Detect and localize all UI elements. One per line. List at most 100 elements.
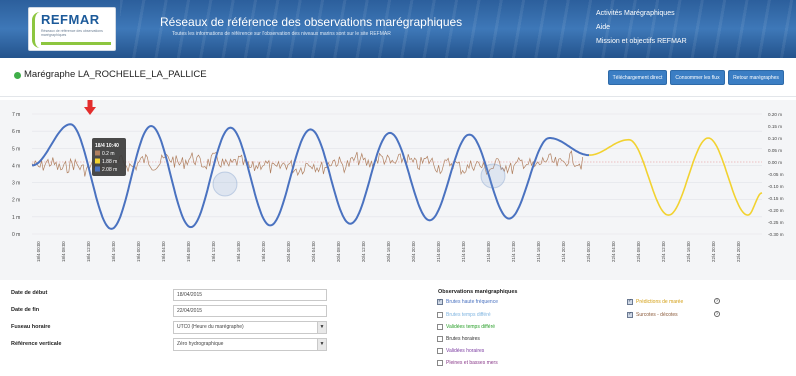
y-tick-label: 4 m xyxy=(12,163,20,169)
tide-chart[interactable]: 7 m 6 m 5 m 4 m 3 m 2 m 1 m 0 m 0.20 m 0.15 m 0.10… xyxy=(0,100,796,280)
x-tick-label: 18/4 16:00 xyxy=(111,241,116,262)
end-date-field[interactable]: 22/04/2015 xyxy=(173,305,327,317)
x-tick-label: 21/4 16:00 xyxy=(536,241,541,262)
nav-aide[interactable]: Aide xyxy=(596,24,687,31)
y-tick-label: 5 m xyxy=(12,146,20,152)
y-right-tick-label: 0.10 m xyxy=(768,136,782,141)
y-tick-label: 6 m xyxy=(12,129,20,135)
x-tick-label: 22/4 04:00 xyxy=(611,241,616,262)
x-tick-label: 19/4 16:00 xyxy=(236,241,241,262)
tooltip-title: 18/4 10:40 xyxy=(95,143,119,149)
x-tick-label: 20/4 04:00 xyxy=(311,241,316,262)
x-tick-label: 20/4 00:00 xyxy=(286,241,291,262)
x-tick-label: 19/4 04:00 xyxy=(161,241,166,262)
observation-checkbox[interactable] xyxy=(627,311,633,318)
logo-bar xyxy=(41,42,111,45)
x-tick-label: 19/4 20:00 xyxy=(261,241,266,262)
divider xyxy=(0,96,796,97)
start-date-field[interactable]: 18/04/2015 xyxy=(173,289,327,301)
x-tick-label: 20/4 16:00 xyxy=(386,241,391,262)
x-tick-label: 22/4 08:00 xyxy=(636,241,641,262)
y-right-tick-label: 0.20 m xyxy=(768,112,782,117)
y-tick-label: 7 m xyxy=(12,112,20,118)
tooltip-swatch xyxy=(95,158,100,164)
tooltip-swatch xyxy=(95,150,100,156)
tide-chart-svg[interactable]: 7 m 6 m 5 m 4 m 3 m 2 m 1 m 0 m 0.20 m 0.15 m 0.10… xyxy=(0,100,796,280)
down-arrow-icon xyxy=(87,100,93,107)
x-tick-label: 19/4 12:00 xyxy=(211,241,216,262)
observation-checkbox[interactable] xyxy=(437,348,443,354)
observation-checkbox[interactable] xyxy=(437,324,443,330)
timezone-label: Fuseau horaire xyxy=(11,324,51,330)
end-date-label: Date de fin xyxy=(11,307,40,313)
site-header: REFMAR Réseaux de référence des observat… xyxy=(0,0,796,58)
x-tick-label: 22/4 20:00 xyxy=(711,241,716,262)
observation-checkbox[interactable] xyxy=(437,312,443,318)
timezone-select[interactable]: UTC0 (Heure du marégraphe) ▼ xyxy=(173,321,327,334)
x-tick-label: 18/4 00:00 xyxy=(36,241,41,262)
site-title: Réseaux de référence des observations ma… xyxy=(160,15,463,29)
tooltip-value: 2.08 m xyxy=(102,167,117,173)
x-tick-label: 22/4 20:00 xyxy=(736,241,741,262)
y-tick-label: 0 m xyxy=(12,232,20,238)
station-title: Marégraphe LA_ROCHELLE_LA_PALLICE xyxy=(24,69,207,80)
x-tick-label: 21/4 04:00 xyxy=(461,241,466,262)
y-right-tick-label: 0.00 m xyxy=(768,160,782,165)
observation-label: Validées horaires xyxy=(446,348,485,354)
x-tick-label: 20/4 08:00 xyxy=(336,241,341,262)
reference-value: Zéro hydrographique xyxy=(177,341,224,347)
observation-label: Surcotes - décotes xyxy=(636,312,678,318)
x-tick-label: 20/4 20:00 xyxy=(411,241,416,262)
y-right-tick-label: -0.25 m xyxy=(768,220,784,225)
y-tick-label: 3 m xyxy=(12,181,20,187)
x-tick-label: 21/4 08:00 xyxy=(486,241,491,262)
x-tick-label: 18/4 08:00 xyxy=(61,241,66,262)
observation-checkbox[interactable] xyxy=(627,298,633,305)
y-right-tick-label: 0.05 m xyxy=(768,148,782,153)
tooltip-value: 1.88 m xyxy=(102,159,117,165)
help-icon[interactable]: ? xyxy=(714,311,720,317)
reference-select[interactable]: Zéro hydrographique ▼ xyxy=(173,338,327,351)
x-tick-label: 22/4 16:00 xyxy=(686,241,691,262)
y-right-tick-label: -0.15 m xyxy=(768,196,784,201)
chevron-down-icon: ▼ xyxy=(317,322,326,333)
observation-label: Prédictions de marée xyxy=(636,299,684,305)
observation-checkbox[interactable] xyxy=(437,336,443,342)
x-tick-label: 19/4 00:00 xyxy=(136,241,141,262)
refmar-logo[interactable]: REFMAR Réseaux de référence des observat… xyxy=(28,7,116,51)
station-status-dot xyxy=(14,72,21,79)
observation-checkbox[interactable] xyxy=(437,298,443,305)
consume-flux-button[interactable]: Consommer les flux xyxy=(670,70,725,85)
y-right-tick-label: -0.30 m xyxy=(768,232,784,237)
logo-swoosh xyxy=(32,12,40,48)
observation-label: Brutes haute fréquence xyxy=(446,299,498,305)
logo-tagline: Réseaux de référence des observations ma… xyxy=(41,29,103,37)
reference-label: Référence verticale xyxy=(11,341,62,347)
nav-mission[interactable]: Mission et objectifs REFMAR xyxy=(596,38,687,45)
header-nav: Activités Marégraphiques Aide Mission et… xyxy=(596,10,687,52)
x-tick-label: 22/4 12:00 xyxy=(661,241,666,262)
tooltip-value: 0.2 m xyxy=(102,151,115,157)
x-tick-label: 21/4 12:00 xyxy=(511,241,516,262)
observations-title: Observations marégraphiques xyxy=(438,289,518,295)
x-tick-label: 22/4 00:00 xyxy=(586,241,591,262)
x-tick-label: 19/4 08:00 xyxy=(186,241,191,262)
help-icon[interactable]: ? xyxy=(714,298,720,304)
observation-label: Brutes temps différé xyxy=(446,312,491,318)
observation-checkbox[interactable] xyxy=(437,360,443,366)
tooltip-swatch xyxy=(95,166,100,172)
observation-label: Validées temps différé xyxy=(446,324,496,330)
observation-label: Brutes horaires xyxy=(446,336,480,342)
x-tick-label: 20/4 12:00 xyxy=(361,241,366,262)
download-button[interactable]: Téléchargement direct xyxy=(608,70,667,85)
x-tick-label: 21/4 20:00 xyxy=(561,241,566,262)
y-right-tick-label: -0.10 m xyxy=(768,184,784,189)
nav-activites[interactable]: Activités Marégraphiques xyxy=(596,10,687,17)
timezone-value: UTC0 (Heure du marégraphe) xyxy=(177,324,244,330)
header-background-pattern xyxy=(120,0,796,58)
y-tick-label: 1 m xyxy=(12,215,20,221)
site-subtitle: Toutes les informations de référence sur… xyxy=(172,31,391,37)
observation-label: Pleines et basses mers xyxy=(446,360,498,366)
return-tide-gauges-button[interactable]: Retour marégraphes xyxy=(728,70,784,85)
y-right-tick-label: -0.05 m xyxy=(768,172,784,177)
